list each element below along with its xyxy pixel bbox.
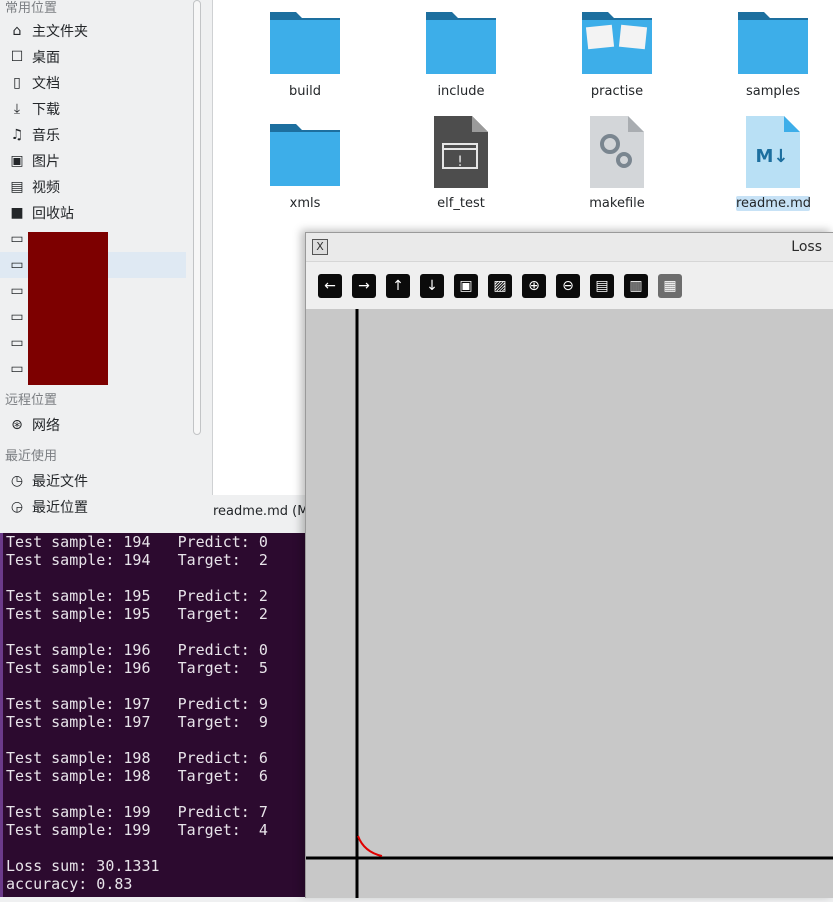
sidebar-item-trash[interactable]: ■ 回收站 <box>0 200 186 226</box>
trash-icon: ■ <box>10 205 24 221</box>
sidebar-item-music[interactable]: ♫ 音乐 <box>0 122 186 148</box>
sidebar-item-documents[interactable]: ▯ 文档 <box>0 70 186 96</box>
file-item-build[interactable]: build <box>250 6 360 106</box>
desktop-icon: ☐ <box>10 49 24 65</box>
arrow-down-icon[interactable]: ↓ <box>420 274 444 298</box>
sidebar-item-label: 图片 <box>32 154 60 170</box>
markdown-file-icon: M↓ <box>746 116 800 188</box>
recent-files-icon: ◷ <box>10 473 24 489</box>
sidebar-item-videos[interactable]: ▤ 视频 <box>0 174 186 200</box>
clipboard-icon[interactable]: ▥ <box>624 274 648 298</box>
sidebar-item-label: 网络 <box>32 418 60 434</box>
svg-text:!: ! <box>457 154 463 170</box>
folder-icon: ▭ <box>10 257 24 273</box>
folder-icon: ▭ <box>10 361 24 377</box>
sidebar-item-pictures[interactable]: ▣ 图片 <box>0 148 186 174</box>
save-icon[interactable]: ▤ <box>590 274 614 298</box>
home-icon: ⌂ <box>12 23 22 39</box>
places-header: 常用位置 <box>5 1 58 16</box>
sidebar-item-home[interactable]: ⌂ 主文件夹 <box>0 18 186 44</box>
file-item-readme[interactable]: M↓ readme.md <box>718 116 828 218</box>
recent-header: 最近使用 <box>5 449 58 464</box>
folder-icon <box>270 12 340 74</box>
sidebar-item-label: 回收站 <box>32 206 74 222</box>
executable-icon: ! <box>434 116 488 188</box>
zoom-out-icon[interactable]: ⊖ <box>556 274 580 298</box>
arrow-right-icon[interactable]: → <box>352 274 376 298</box>
image-icon[interactable]: ▣ <box>454 274 478 298</box>
loss-plot <box>306 309 833 898</box>
sidebar-item-label: 音乐 <box>32 128 60 144</box>
sidebar-item-recent-locations[interactable]: ◶ 最近位置 <box>0 494 186 520</box>
image-edit-icon[interactable]: ▨ <box>488 274 512 298</box>
zoom-in-icon[interactable]: ⊕ <box>522 274 546 298</box>
sidebar-item-label: 视频 <box>32 180 60 196</box>
terminal-output[interactable]: Test sample: 194 Predict: 0 Test sample:… <box>0 533 306 897</box>
x-app-icon: X <box>312 239 328 255</box>
folder-open-icon <box>582 12 652 74</box>
arrow-left-icon[interactable]: ← <box>318 274 342 298</box>
sidebar-item-label: 主文件夹 <box>32 24 88 40</box>
video-icon: ▤ <box>10 179 24 195</box>
sidebar-item-label: 下载 <box>32 102 60 118</box>
window-titlebar[interactable]: X Loss <box>306 233 833 262</box>
sidebar-item-desktop[interactable]: ☐ 桌面 <box>0 44 186 70</box>
floppy-icon[interactable]: ▦ <box>658 274 682 298</box>
plot-toolbar: ← → ↑ ↓ ▣ ▨ ⊕ ⊖ ▤ ▥ ▦ <box>306 262 833 308</box>
sidebar-item-network[interactable]: ⊛ 网络 <box>0 412 186 438</box>
places-sidebar: 常用位置 ⌂ 主文件夹 ☐ 桌面 ▯ 文档 ⤓ 下载 ♫ 音乐 ▣ 图片 ▤ 视… <box>0 0 190 525</box>
folder-icon <box>270 124 340 186</box>
terminal-text: Test sample: 194 Predict: 0 Test sample:… <box>6 533 268 893</box>
sidebar-item-label: 最近文件 <box>32 474 88 490</box>
folder-icon <box>738 12 808 74</box>
folder-icon: ▭ <box>10 335 24 351</box>
folder-icon: ▭ <box>10 309 24 325</box>
sidebar-item-recent-files[interactable]: ◷ 最近文件 <box>0 468 186 494</box>
sidebar-item-label: 桌面 <box>32 50 60 66</box>
loss-window[interactable]: X Loss ← → ↑ ↓ ▣ ▨ ⊕ ⊖ ▤ ▥ ▦ <box>305 232 833 898</box>
folder-icon <box>426 12 496 74</box>
sidebar-item-downloads[interactable]: ⤓ 下载 <box>0 96 186 122</box>
music-icon: ♫ <box>10 127 24 143</box>
file-item-makefile[interactable]: makefile <box>562 116 672 218</box>
gear-file-icon <box>590 116 644 188</box>
network-icon: ⊛ <box>11 417 23 433</box>
redaction-block <box>28 232 108 385</box>
folder-icon: ▭ <box>10 283 24 299</box>
sidebar-item-label: 文档 <box>32 76 60 92</box>
picture-icon: ▣ <box>10 153 24 169</box>
download-icon: ⤓ <box>13 101 21 117</box>
status-bar-text: readme.md (Ma <box>213 504 317 519</box>
file-item-samples[interactable]: samples <box>718 6 828 106</box>
sidebar-item-label: 最近位置 <box>32 500 88 516</box>
svg-text:M↓: M↓ <box>756 146 789 167</box>
plot-canvas[interactable] <box>306 309 833 898</box>
remote-header: 远程位置 <box>5 393 58 408</box>
file-item-practise[interactable]: practise <box>562 6 672 106</box>
file-item-elf-test[interactable]: ! elf_test <box>406 116 516 218</box>
file-item-xmls[interactable]: xmls <box>250 118 360 218</box>
file-item-include[interactable]: include <box>406 6 516 106</box>
sidebar-scrollbar[interactable] <box>193 0 201 435</box>
loss-curve <box>357 835 383 857</box>
folder-icon: ▭ <box>10 231 24 247</box>
window-title: Loss <box>791 239 822 255</box>
document-icon: ▯ <box>13 75 21 91</box>
recent-locations-icon: ◶ <box>10 499 24 515</box>
arrow-up-icon[interactable]: ↑ <box>386 274 410 298</box>
